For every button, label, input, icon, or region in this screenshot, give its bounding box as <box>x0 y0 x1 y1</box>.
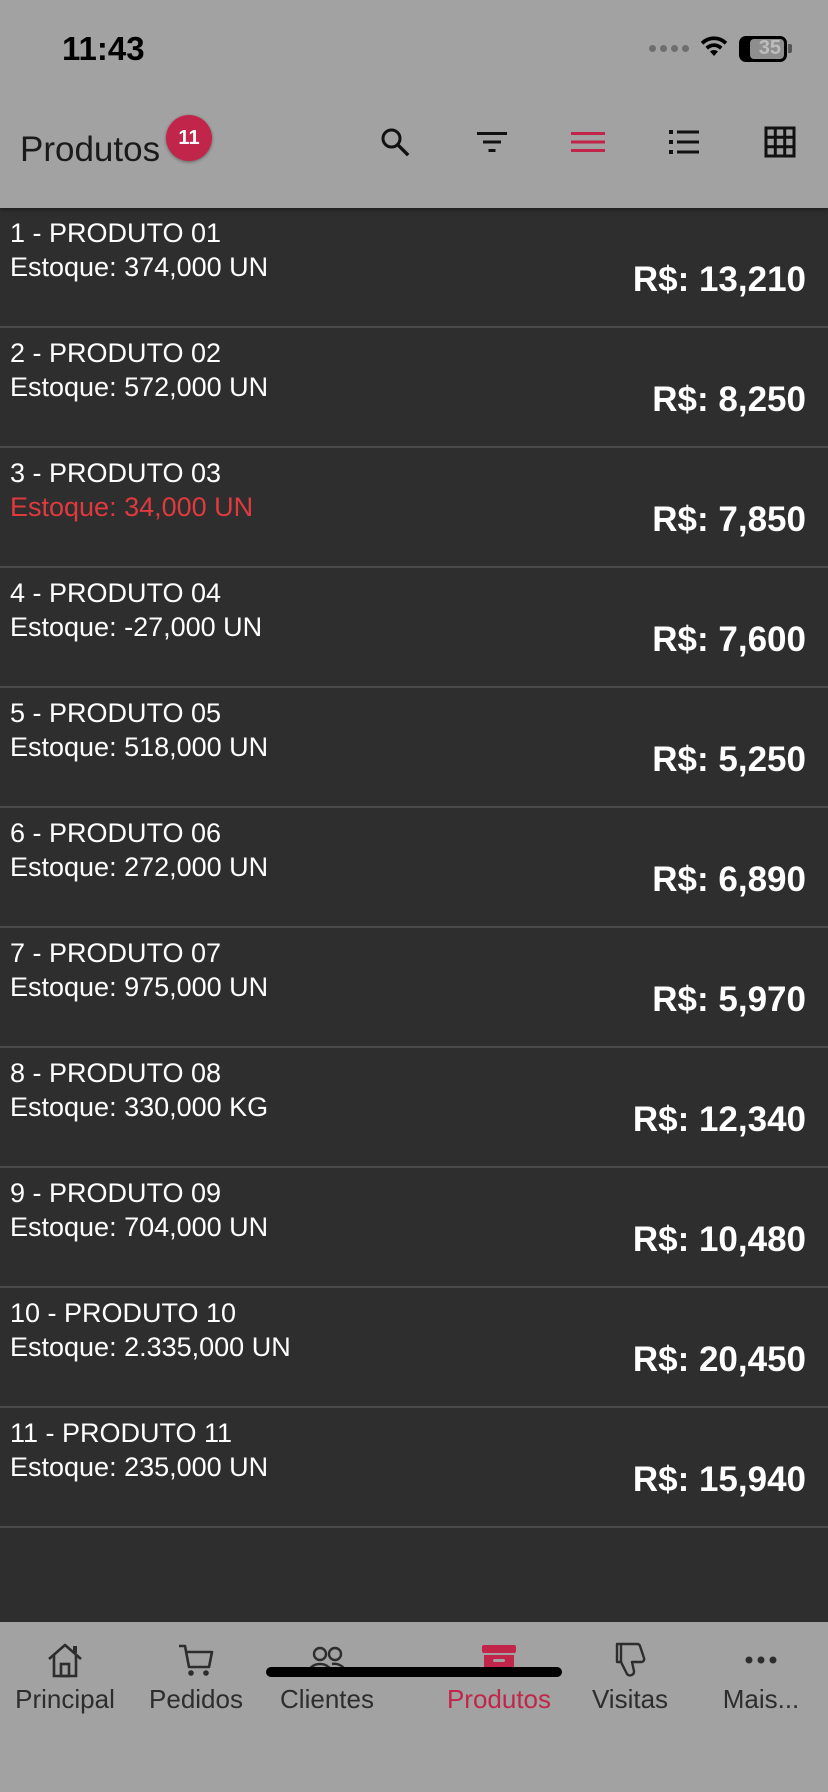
nav-label: Clientes <box>280 1684 374 1714</box>
product-stock: Estoque: 330,000 KG <box>10 1092 269 1122</box>
more-dots-icon <box>743 1640 779 1680</box>
nav-item-visitas[interactable]: Visitas <box>565 1640 695 1715</box>
product-row-4[interactable]: 4 - PRODUTO 04 Estoque: -27,000 UN R$: 7… <box>0 568 828 688</box>
filter-icon[interactable] <box>472 122 512 162</box>
product-title: 4 - PRODUTO 04 <box>10 578 222 608</box>
product-title: 6 - PRODUTO 06 <box>10 818 222 848</box>
product-title: 9 - PRODUTO 09 <box>10 1178 222 1208</box>
home-indicator <box>266 1667 562 1677</box>
product-stock: Estoque: 272,000 UN <box>10 852 269 882</box>
nav-label: Visitas <box>591 1684 669 1714</box>
product-stock: Estoque: 2.335,000 UN <box>10 1332 291 1362</box>
product-price: R$: 12,340 <box>632 1100 806 1139</box>
product-stock: Estoque: 235,000 UN <box>10 1452 269 1482</box>
battery-level: 35 <box>758 37 781 59</box>
cart-icon <box>176 1640 216 1680</box>
nav-item-clientes[interactable]: Clientes <box>262 1640 392 1715</box>
product-row-5[interactable]: 5 - PRODUTO 05 Estoque: 518,000 UN R$: 5… <box>0 688 828 808</box>
product-price: R$: 5,250 <box>652 740 806 779</box>
product-price: R$: 7,600 <box>652 620 806 659</box>
product-price: R$: 15,940 <box>632 1460 806 1499</box>
bottom-navigation: Principal Pedidos Clientes Produtos Visi… <box>0 1622 828 1792</box>
nav-label: Produtos <box>446 1684 552 1714</box>
product-title: 8 - PRODUTO 08 <box>10 1058 222 1088</box>
product-stock: Estoque: 975,000 UN <box>10 972 269 1002</box>
product-price: R$: 5,970 <box>652 980 806 1019</box>
nav-item-principal[interactable]: Principal <box>0 1640 130 1715</box>
product-row-9[interactable]: 9 - PRODUTO 09 Estoque: 704,000 UN R$: 1… <box>0 1168 828 1288</box>
nav-label: Principal <box>15 1684 115 1714</box>
product-stock: Estoque: 572,000 UN <box>10 372 269 402</box>
product-price: R$: 6,890 <box>652 860 806 899</box>
nav-label: Mais... <box>722 1684 800 1714</box>
product-stock: Estoque: 374,000 UN <box>10 252 269 282</box>
product-stock: Estoque: 518,000 UN <box>10 732 269 762</box>
product-title: 1 - PRODUTO 01 <box>10 218 222 248</box>
product-title: 11 - PRODUTO 11 <box>10 1418 233 1448</box>
nav-label: Pedidos <box>149 1684 243 1714</box>
status-icons: 35 <box>649 34 792 63</box>
battery-icon: 35 <box>739 35 792 62</box>
product-stock: Estoque: -27,000 UN <box>10 612 263 642</box>
product-row-3[interactable]: 3 - PRODUTO 03 Estoque: 34,000 UN R$: 7,… <box>0 448 828 568</box>
product-title: 5 - PRODUTO 05 <box>10 698 222 728</box>
thumbs-down-icon <box>610 1640 650 1680</box>
top-bar: 11:43 35 Produtos 11 <box>0 0 828 208</box>
view-compact-icon[interactable] <box>568 122 608 162</box>
nav-item-produtos[interactable]: Produtos <box>434 1640 564 1715</box>
status-time: 11:43 <box>62 30 145 67</box>
nav-item-mais[interactable]: Mais... <box>696 1640 826 1715</box>
view-list-icon[interactable] <box>664 122 704 162</box>
product-price: R$: 8,250 <box>652 380 806 419</box>
product-title: 7 - PRODUTO 07 <box>10 938 222 968</box>
search-icon[interactable] <box>375 122 415 162</box>
home-icon <box>45 1640 85 1680</box>
nav-item-pedidos[interactable]: Pedidos <box>131 1640 261 1715</box>
product-row-6[interactable]: 6 - PRODUTO 06 Estoque: 272,000 UN R$: 6… <box>0 808 828 928</box>
cellular-signal-icon <box>649 45 689 52</box>
product-stock: Estoque: 34,000 UN <box>10 492 254 522</box>
product-price: R$: 7,850 <box>652 500 806 539</box>
product-title: 10 - PRODUTO 10 <box>10 1298 237 1328</box>
product-price: R$: 10,480 <box>632 1220 806 1259</box>
product-row-1[interactable]: 1 - PRODUTO 01 Estoque: 374,000 UN R$: 1… <box>0 208 828 328</box>
product-price: R$: 13,210 <box>632 260 806 299</box>
product-count-badge: 11 <box>166 115 212 161</box>
page-title: Produtos <box>20 130 161 169</box>
product-row-11[interactable]: 11 - PRODUTO 11 Estoque: 235,000 UN R$: … <box>0 1408 828 1528</box>
product-row-10[interactable]: 10 - PRODUTO 10 Estoque: 2.335,000 UN R$… <box>0 1288 828 1408</box>
product-row-2[interactable]: 2 - PRODUTO 02 Estoque: 572,000 UN R$: 8… <box>0 328 828 448</box>
product-row-7[interactable]: 7 - PRODUTO 07 Estoque: 975,000 UN R$: 5… <box>0 928 828 1048</box>
product-row-8[interactable]: 8 - PRODUTO 08 Estoque: 330,000 KG R$: 1… <box>0 1048 828 1168</box>
product-list: 1 - PRODUTO 01 Estoque: 374,000 UN R$: 1… <box>0 208 828 1528</box>
product-title: 3 - PRODUTO 03 <box>10 458 222 488</box>
view-grid-icon[interactable] <box>760 122 800 162</box>
product-stock: Estoque: 704,000 UN <box>10 1212 269 1242</box>
wifi-icon <box>699 34 729 63</box>
product-price: R$: 20,450 <box>632 1340 806 1379</box>
product-title: 2 - PRODUTO 02 <box>10 338 222 368</box>
